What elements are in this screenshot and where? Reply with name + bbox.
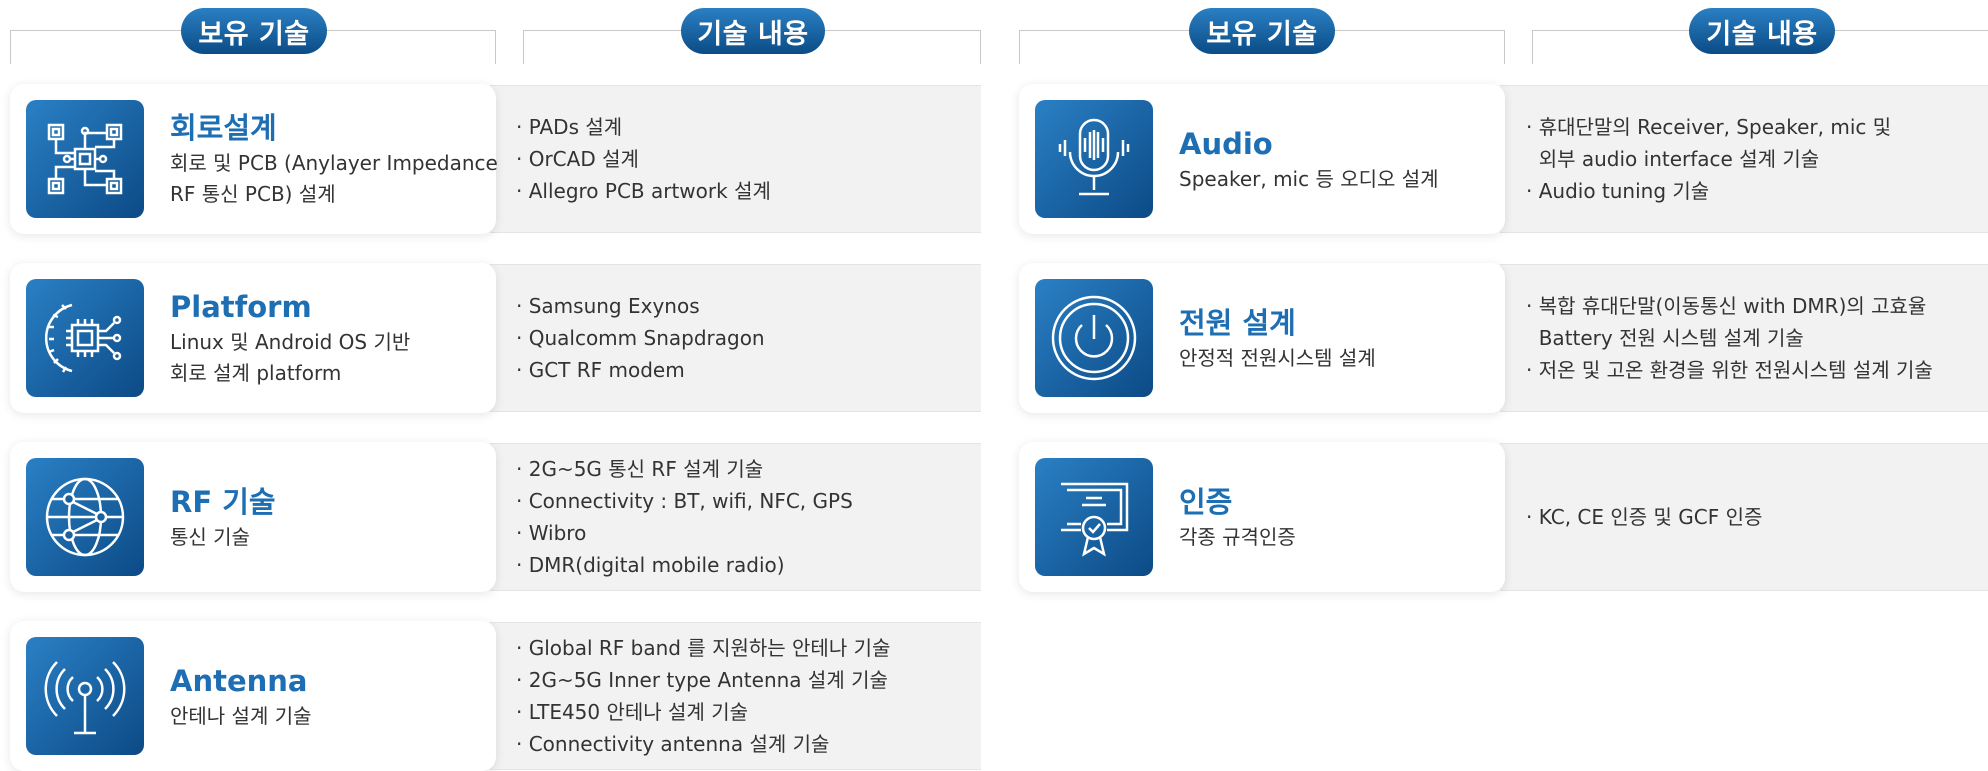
- detail-line: · Connectivity antenna 설계 기술: [516, 732, 830, 756]
- header-right-content: 기술 내용: [1689, 8, 1835, 54]
- card-desc: 회로 및 PCB (Anylayer Impedance: [170, 151, 498, 175]
- card-desc: RF 통신 PCB) 설계: [170, 182, 336, 206]
- tech-card: 인증 각종 규격인증: [1019, 442, 1505, 592]
- detail-line: · Qualcomm Snapdragon: [516, 326, 765, 350]
- detail-line: · Global RF band 를 지원하는 안테나 기술: [516, 636, 891, 660]
- card-desc: Linux 및 Android OS 기반: [170, 330, 411, 354]
- card-desc: Speaker, mic 등 오디오 설계: [1179, 166, 1439, 191]
- circuit-icon: [26, 100, 144, 218]
- detail-panel: · Samsung Exynos · Qualcomm Snapdragon ·…: [490, 264, 981, 412]
- header-left-owned: 보유 기술: [181, 8, 327, 54]
- tech-card: RF 기술 통신 기술: [10, 442, 496, 592]
- detail-line: · Allegro PCB artwork 설계: [516, 179, 771, 203]
- detail-line: · Connectivity : BT, wifi, NFC, GPS: [516, 489, 853, 513]
- detail-line: · 2G~5G Inner type Antenna 설계 기술: [516, 668, 888, 692]
- detail-line: · 복합 휴대단말(이동통신 with DMR)의 고효율: [1526, 294, 1927, 318]
- card-title: 전원 설계: [1179, 305, 1296, 340]
- detail-line: Battery 전원 시스템 설계 기술: [1526, 326, 1804, 350]
- detail-line: · GCT RF modem: [516, 358, 685, 382]
- tech-card: 전원 설계 안정적 전원시스템 설계: [1019, 263, 1505, 413]
- tech-card: Platform Linux 및 Android OS 기반 회로 설계 pla…: [10, 263, 496, 413]
- card-title: Audio: [1179, 126, 1273, 161]
- certificate-icon: [1035, 458, 1153, 576]
- card-desc: 각종 규격인증: [1179, 524, 1296, 549]
- card-desc: 통신 기술: [170, 524, 250, 549]
- chip-gear-icon: [26, 279, 144, 397]
- detail-line: · Samsung Exynos: [516, 294, 700, 318]
- detail-panel: · PADs 설계 · OrCAD 설계 · Allegro PCB artwo…: [490, 85, 981, 233]
- detail-line: · PADs 설계: [516, 115, 623, 139]
- card-title: 회로설계: [170, 111, 277, 145]
- microphone-icon: [1035, 100, 1153, 218]
- detail-line: · Wibro: [516, 521, 587, 545]
- card-desc: 안테나 설계 기술: [170, 703, 312, 728]
- detail-line: · 휴대단말의 Receiver, Speaker, mic 및: [1526, 115, 1892, 139]
- detail-line: · 저온 및 고온 환경을 위한 전원시스템 설계 기술: [1526, 358, 1933, 382]
- detail-line: · KC, CE 인증 및 GCF 인증: [1526, 505, 1763, 529]
- header-left-content: 기술 내용: [681, 8, 825, 54]
- detail-line: · LTE450 안테나 설계 기술: [516, 700, 749, 724]
- card-title: RF 기술: [170, 484, 276, 519]
- detail-line: · DMR(digital mobile radio): [516, 553, 785, 577]
- detail-line: · OrCAD 설계: [516, 147, 639, 171]
- detail-panel: · 복합 휴대단말(이동통신 with DMR)의 고효율 Battery 전원…: [1500, 264, 1988, 412]
- tech-card: 회로설계 회로 및 PCB (Anylayer Impedance RF 통신 …: [10, 84, 498, 234]
- card-title: 인증: [1179, 484, 1233, 519]
- detail-panel: · Global RF band 를 지원하는 안테나 기술 · 2G~5G I…: [490, 622, 981, 770]
- detail-panel: · 휴대단말의 Receiver, Speaker, mic 및 외부 audi…: [1500, 85, 1988, 233]
- card-title: Antenna: [170, 663, 308, 698]
- detail-line: · Audio tuning 기술: [1526, 179, 1710, 203]
- detail-panel: · 2G~5G 통신 RF 설계 기술 · Connectivity : BT,…: [490, 443, 981, 591]
- power-icon: [1035, 279, 1153, 397]
- card-desc: 안정적 전원시스템 설계: [1179, 345, 1376, 370]
- header-right-owned: 보유 기술: [1189, 8, 1335, 54]
- card-desc: 회로 설계 platform: [170, 361, 342, 385]
- tech-card: Audio Speaker, mic 등 오디오 설계: [1019, 84, 1505, 234]
- card-title: Platform: [170, 290, 312, 324]
- detail-line: · 2G~5G 통신 RF 설계 기술: [516, 457, 764, 481]
- detail-panel: · KC, CE 인증 및 GCF 인증: [1500, 443, 1988, 591]
- detail-line: 외부 audio interface 설계 기술: [1526, 147, 1820, 171]
- antenna-icon: [26, 637, 144, 755]
- tech-card: Antenna 안테나 설계 기술: [10, 621, 496, 771]
- globe-icon: [26, 458, 144, 576]
